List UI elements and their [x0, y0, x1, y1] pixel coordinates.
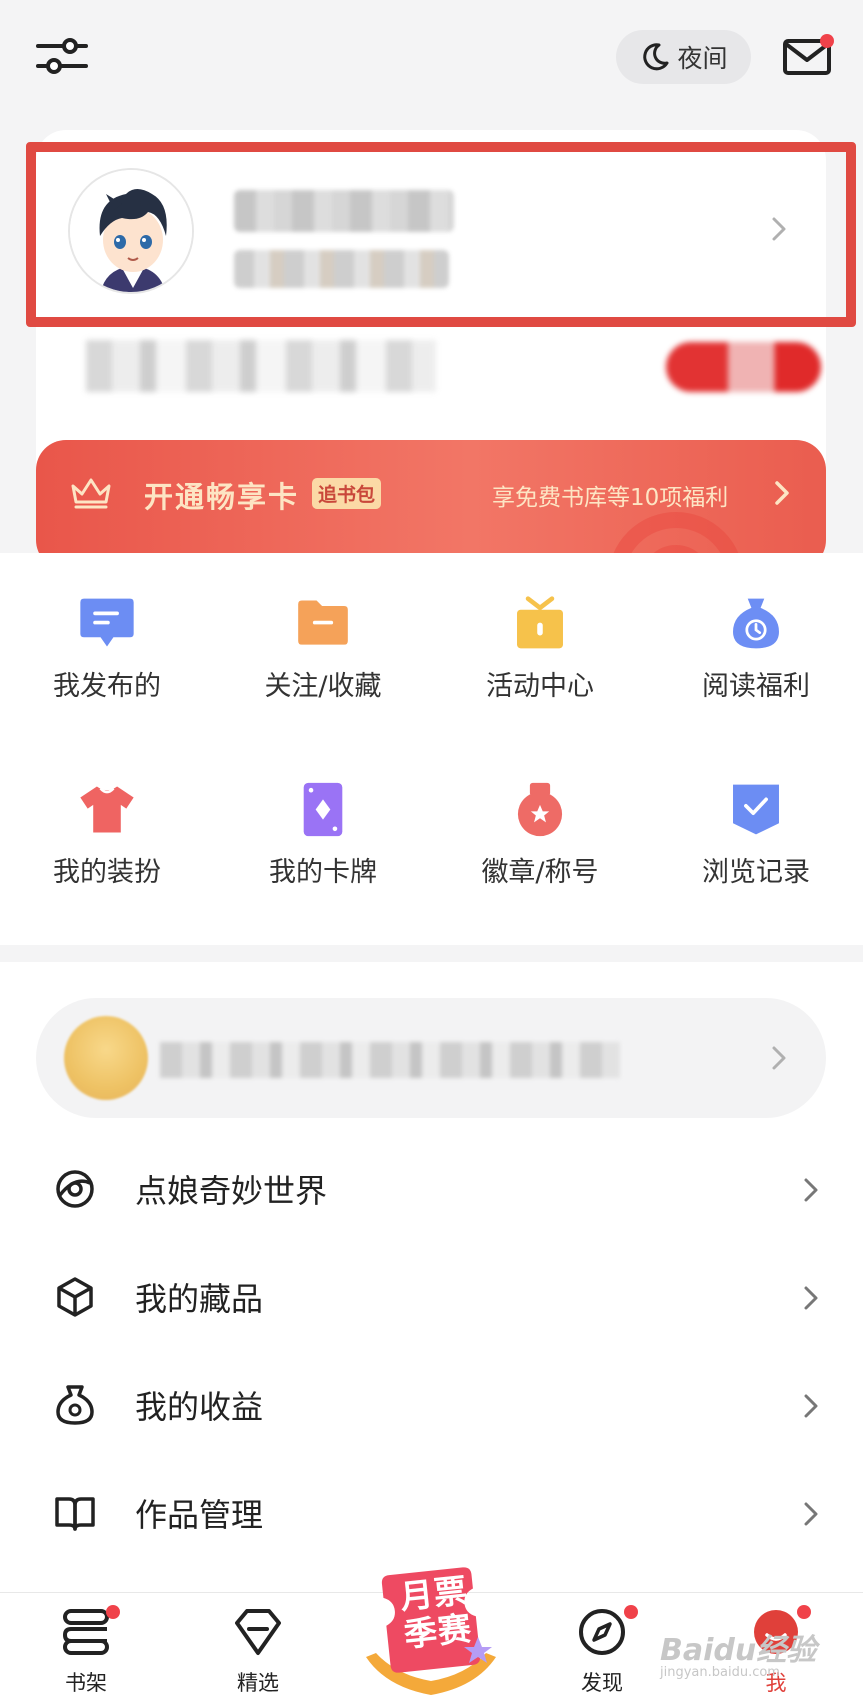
- book-icon: [55, 1497, 95, 1531]
- grid-label: 阅读福利: [702, 671, 810, 702]
- grid-item-follow-favorites[interactable]: 关注/收藏: [223, 553, 423, 703]
- grid-item-my-outfit[interactable]: 我的装扮: [7, 739, 207, 889]
- chevron-right-icon: [804, 1178, 818, 1202]
- bottom-nav: 书架 精选 月票 季赛 发现 我 Baidu经验 jingyan.baidu.c…: [0, 1567, 863, 1705]
- tshirt-icon: [80, 786, 134, 833]
- watermark-url: jingyan.baidu.com: [660, 1665, 780, 1680]
- crown-icon: [71, 478, 111, 509]
- history-icon: [733, 784, 779, 835]
- nav-label: 发现: [581, 1671, 623, 1695]
- chevron-right-icon: [804, 1286, 818, 1310]
- medal-icon: [517, 782, 563, 837]
- chevron-right-icon: [804, 1502, 818, 1526]
- list-label: 作品管理: [135, 1496, 264, 1534]
- userid-redacted: [234, 250, 449, 288]
- promo-text: 月票 季赛: [387, 1571, 484, 1656]
- grid-label: 浏览记录: [702, 857, 810, 888]
- gift-icon: [517, 596, 563, 649]
- night-mode-label: 夜间: [677, 44, 728, 73]
- chevron-right-icon: [772, 217, 786, 241]
- list-item-my-collection[interactable]: 我的藏品: [0, 1242, 863, 1350]
- grid-label: 我的卡牌: [269, 857, 377, 888]
- grid-item-reading-benefits[interactable]: 阅读福利: [656, 553, 856, 703]
- settings-icon[interactable]: [36, 34, 88, 80]
- list-item-dianiang-world[interactable]: 点娘奇妙世界: [0, 1134, 863, 1242]
- grid-item-my-posts[interactable]: 我发布的: [7, 553, 207, 703]
- vip-badge-redacted: [666, 342, 821, 392]
- folder-icon: [298, 600, 348, 645]
- nav-featured[interactable]: 精选: [198, 1593, 318, 1705]
- banner-avatar: [64, 1016, 148, 1100]
- me-badge: [797, 1605, 811, 1619]
- top-bar: 夜间: [0, 0, 863, 120]
- cube-icon: [57, 1277, 93, 1317]
- moon-icon: [643, 43, 669, 71]
- vip-banner[interactable]: 开通畅享卡 追书包 享免费书库等10项福利: [36, 440, 826, 570]
- list-item-works-management[interactable]: 作品管理: [0, 1458, 863, 1566]
- list-label: 我的藏品: [135, 1280, 264, 1318]
- grid-label: 我发布的: [53, 671, 161, 702]
- chevron-right-icon: [772, 1046, 786, 1070]
- grid-item-my-cards[interactable]: 我的卡牌: [223, 739, 423, 889]
- username-redacted: [234, 190, 454, 232]
- menu-list: 点娘奇妙世界 我的藏品 我的收益 作品管理: [0, 962, 863, 1592]
- grid-label: 我的装扮: [53, 857, 161, 888]
- list-label: 点娘奇妙世界: [135, 1172, 328, 1210]
- grid-label: 活动中心: [486, 671, 594, 702]
- nav-label: 书架: [65, 1671, 107, 1695]
- chevron-right-icon: [804, 1394, 818, 1418]
- profile-row[interactable]: [36, 150, 826, 310]
- chevron-right-icon: [775, 481, 789, 505]
- list-item-my-earnings[interactable]: 我的收益: [0, 1350, 863, 1458]
- avatar[interactable]: [68, 168, 194, 294]
- banner-text-redacted: [160, 1042, 620, 1078]
- vip-tag: 追书包: [312, 478, 382, 509]
- grid-item-browse-history[interactable]: 浏览记录: [656, 739, 856, 889]
- diamond-icon: [235, 1609, 281, 1655]
- compass-icon: [579, 1609, 625, 1655]
- bookshelf-icon: [62, 1609, 109, 1655]
- monthly-ticket-promo-button[interactable]: 月票 季赛: [346, 1557, 516, 1705]
- card-icon: [303, 782, 343, 837]
- nav-label: 精选: [237, 1671, 279, 1695]
- profile-card: 开通畅享卡 追书包 享免费书库等10项福利: [36, 130, 826, 570]
- featured-banner-row[interactable]: [36, 998, 826, 1118]
- grid-label: 徽章/称号: [481, 857, 599, 888]
- world-icon: [56, 1170, 94, 1208]
- list-label: 我的收益: [135, 1388, 264, 1426]
- earnings-icon: [56, 1385, 94, 1425]
- money-bag-icon: [733, 598, 779, 649]
- grid-item-badges-titles[interactable]: 徽章/称号: [440, 739, 640, 889]
- shelf-badge: [106, 1605, 120, 1619]
- message-icon: [80, 598, 134, 647]
- nav-shelf[interactable]: 书架: [26, 1593, 146, 1705]
- watermark: Baidu经验: [660, 1633, 817, 1668]
- grid-item-activity-center[interactable]: 活动中心: [440, 553, 640, 703]
- feature-grid: 我发布的 关注/收藏 活动中心 阅读福利 我的装扮 我的卡牌 徽章/称号 浏览记…: [0, 553, 863, 945]
- discover-badge: [624, 1605, 638, 1619]
- vip-title: 开通畅享卡: [144, 480, 300, 514]
- nav-discover[interactable]: 发现: [542, 1593, 662, 1705]
- mail-badge: [820, 34, 834, 48]
- grid-label: 关注/收藏: [264, 671, 382, 702]
- night-mode-button[interactable]: 夜间: [616, 30, 751, 84]
- stats-redacted: [86, 340, 436, 392]
